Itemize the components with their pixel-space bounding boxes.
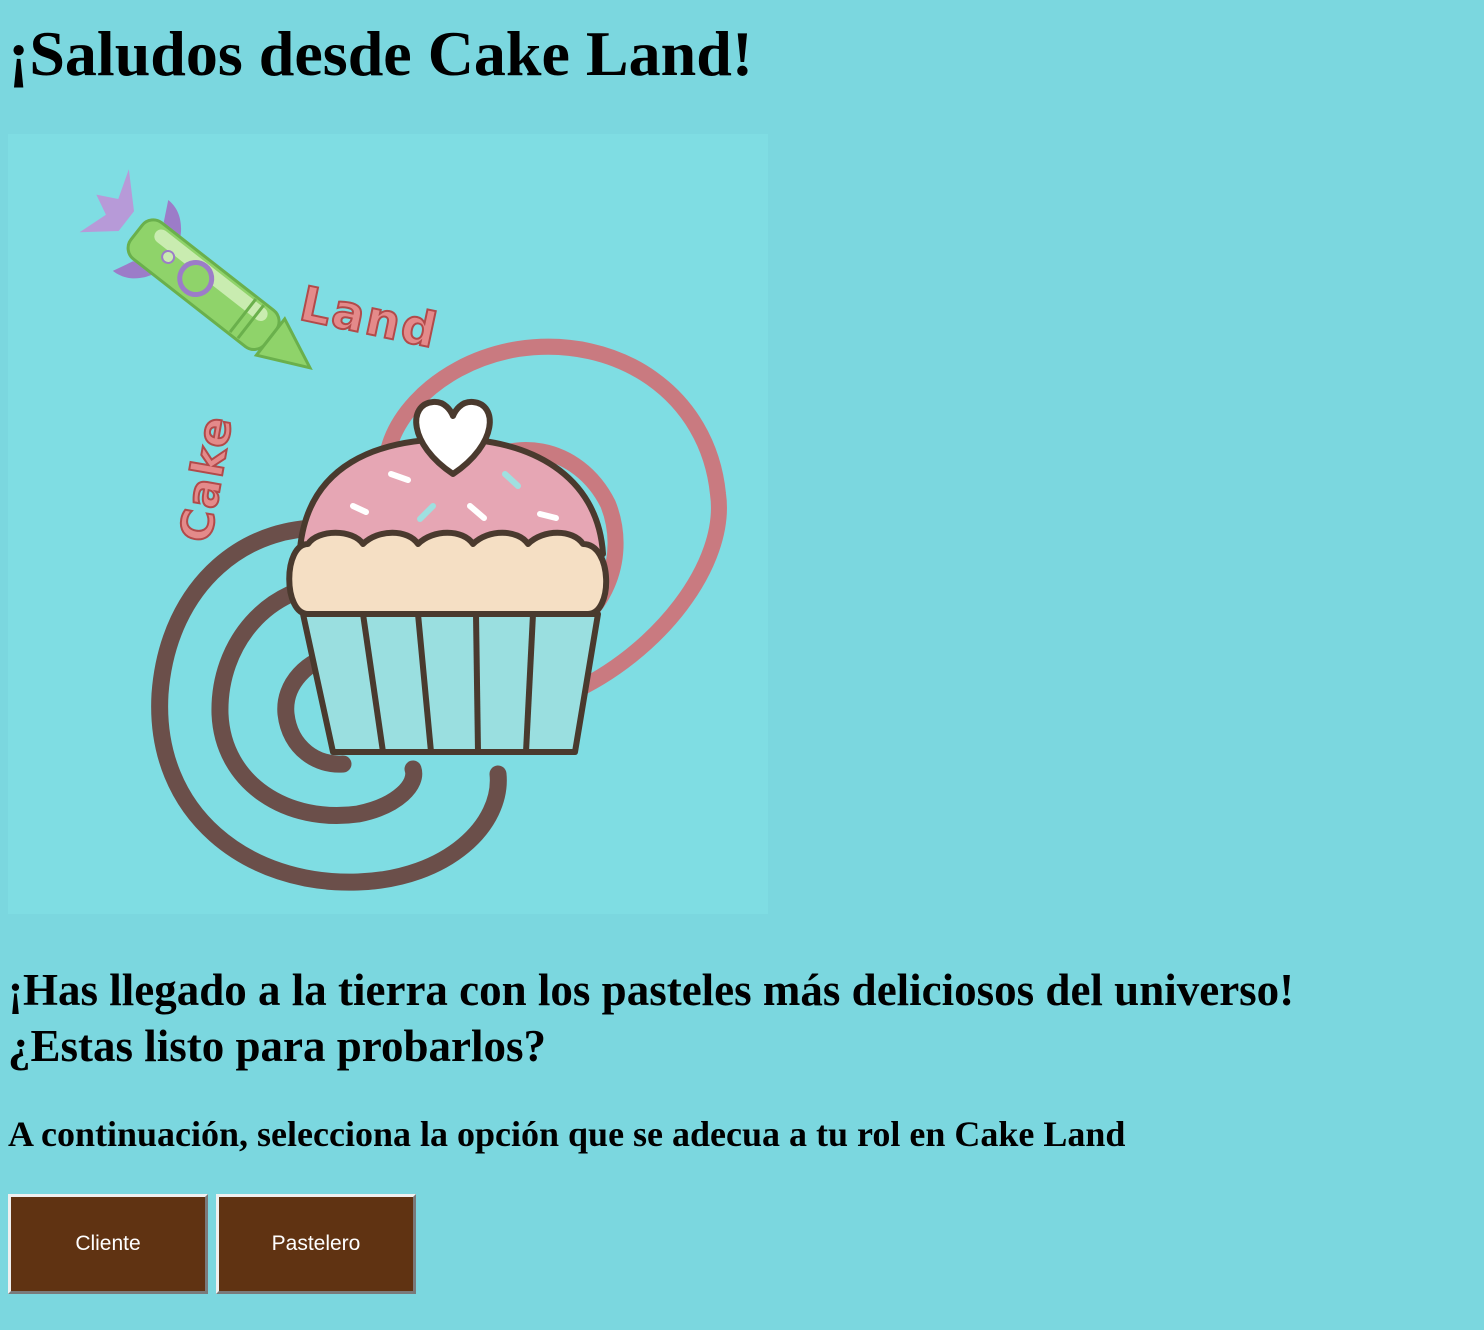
welcome-headline-line1: ¡Has llegado a la tierra con los pastele… xyxy=(8,965,1295,1015)
logo-word-cake: Cake xyxy=(171,411,243,546)
cliente-button[interactable]: Cliente xyxy=(8,1194,208,1294)
role-prompt: A continuación, selecciona la opción que… xyxy=(8,1114,1126,1154)
cake-land-logo: Land Cake xyxy=(8,134,768,914)
logo-word-land: Land xyxy=(295,276,443,360)
role-button-group: Cliente Pastelero xyxy=(8,1194,416,1294)
welcome-headline: ¡Has llegado a la tierra con los pastele… xyxy=(8,962,1468,1074)
pastelero-button[interactable]: Pastelero xyxy=(216,1194,416,1294)
rocket-icon xyxy=(79,169,313,371)
page-title: ¡Saludos desde Cake Land! xyxy=(8,18,754,89)
welcome-headline-line2: ¿Estas listo para probarlos? xyxy=(8,1021,546,1071)
